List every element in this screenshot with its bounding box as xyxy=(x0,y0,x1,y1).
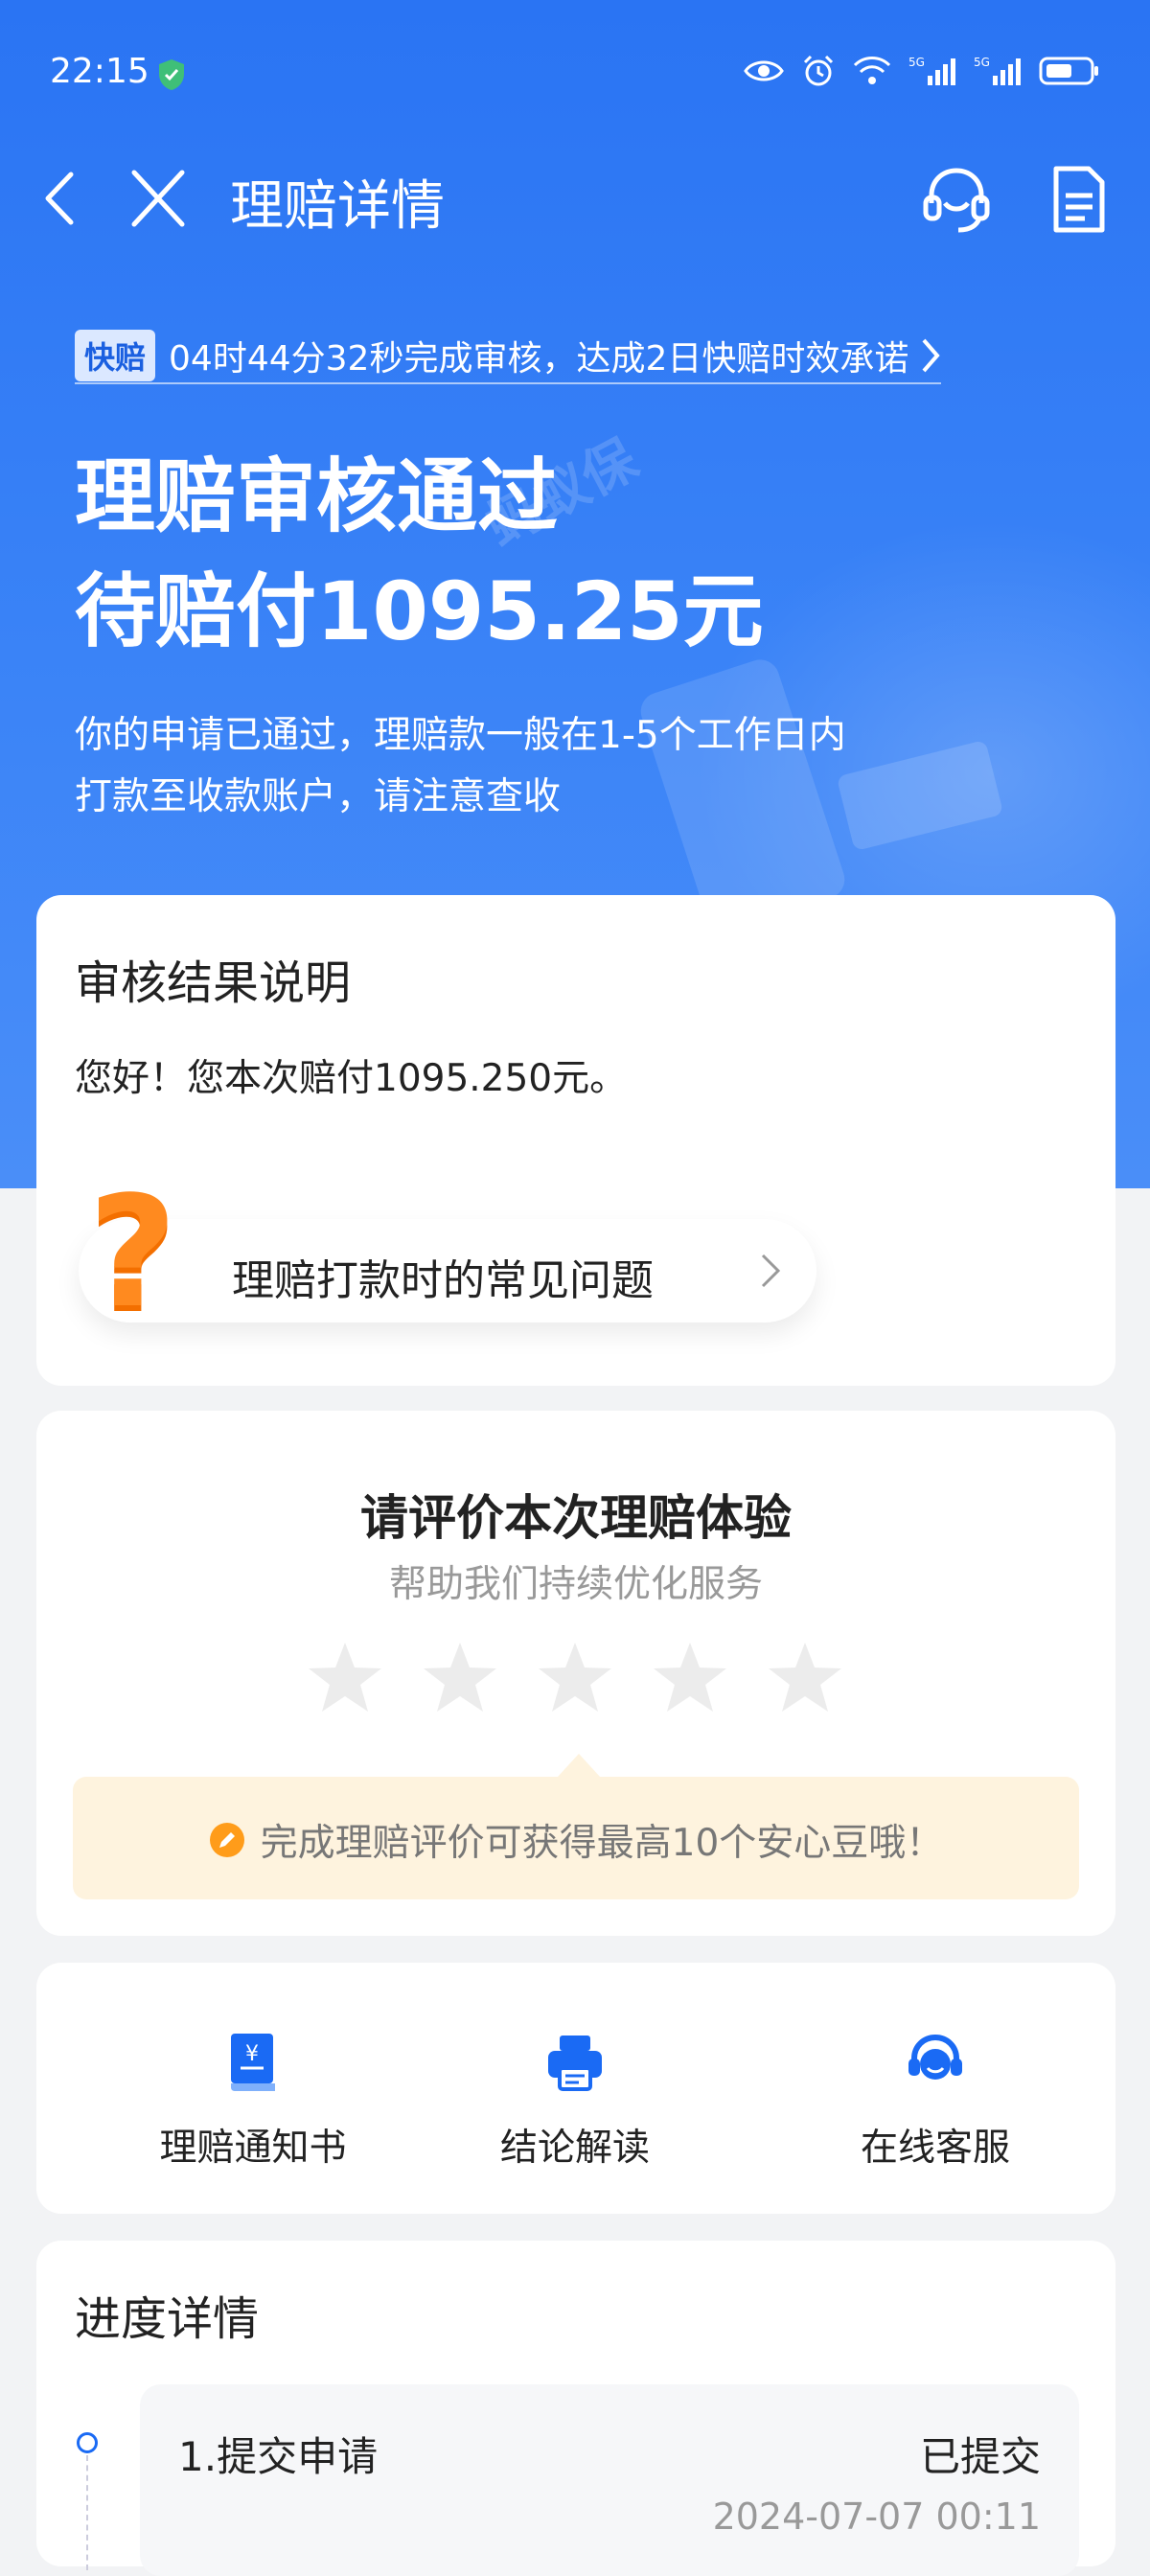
conclusion-interpretation-label: 结论解读 xyxy=(499,2127,650,2170)
notice-book-icon: ¥ xyxy=(231,2034,275,2091)
star-icon[interactable] xyxy=(422,1639,498,1715)
chevron-right-icon xyxy=(922,338,941,373)
document-icon[interactable] xyxy=(1050,163,1108,236)
eye-icon xyxy=(744,60,784,81)
printer-icon xyxy=(548,2036,602,2091)
svg-text:5G: 5G xyxy=(974,56,990,69)
online-support-label: 在线客服 xyxy=(860,2127,1010,2170)
wifi-icon xyxy=(853,57,891,84)
svg-text:5G: 5G xyxy=(908,56,925,69)
fast-claim-text: 04时44分32秒完成审核，达成2日快赔时效承诺 xyxy=(169,339,909,379)
rating-card: 请评价本次理赔体验 帮助我们持续优化服务 完成理赔评价可获得最高10个安心豆哦！ xyxy=(36,1411,1116,1936)
claim-status-description: 你的申请已通过，理赔款一般在1-5个工作日内打款至收款账户，请注意查收 xyxy=(75,714,846,818)
payout-faq-button[interactable]: ? 理赔打款时的常见问题 xyxy=(79,1176,816,1329)
payout-faq-label: 理赔打款时的常见问题 xyxy=(232,1256,654,1305)
conclusion-interpretation-button[interactable]: 结论解读 xyxy=(431,2032,719,2172)
battery-icon xyxy=(1039,57,1098,85)
rating-heading: 请评价本次理赔体验 xyxy=(360,1490,792,1546)
fast-claim-badge: 快赔 xyxy=(75,330,156,381)
customer-service-icon[interactable] xyxy=(922,163,991,236)
progress-step-time: 2024-07-07 00:11 xyxy=(712,2496,1041,2538)
signal-5g-icon: 5G xyxy=(908,56,955,85)
signal-5g-icon-2: 5G xyxy=(974,56,1021,85)
quick-actions-card: ¥ 理赔通知书 结论解读 在线客服 xyxy=(36,1963,1116,2214)
rating-subtitle: 帮助我们持续优化服务 xyxy=(388,1563,763,1606)
back-arrow-icon[interactable] xyxy=(36,165,84,232)
review-result-card: 审核结果说明 您好！您本次赔付1095.250元。 ? 理赔打款时的常见问题 xyxy=(36,895,1116,1386)
shield-icon xyxy=(159,59,184,90)
status-time: 22:15 xyxy=(50,52,150,91)
headset-icon xyxy=(908,2034,962,2080)
progress-timeline xyxy=(86,2455,88,2570)
pencil-icon xyxy=(209,1823,244,1857)
rating-reward-text: 完成理赔评价可获得最高10个安心豆哦！ xyxy=(260,1822,944,1865)
claim-notice-label: 理赔通知书 xyxy=(159,2127,347,2170)
progress-step-dot xyxy=(77,2432,98,2453)
claim-status-heading: 理赔审核通过 待赔付1095.25元 xyxy=(75,439,764,669)
progress-heading: 进度详情 xyxy=(75,2292,260,2346)
chevron-right-icon xyxy=(761,1254,781,1288)
star-icon[interactable] xyxy=(307,1639,383,1715)
status-icons: 5G 5G xyxy=(744,54,1100,88)
review-result-heading: 审核结果说明 xyxy=(75,956,352,1010)
star-icon[interactable] xyxy=(767,1639,843,1715)
progress-step-status: 已提交 xyxy=(919,2433,1041,2480)
star-icon[interactable] xyxy=(652,1639,728,1715)
rating-reward-tip: 完成理赔评价可获得最高10个安心豆哦！ xyxy=(73,1754,1079,1899)
fast-claim-promise-link[interactable]: 快赔 04时44分32秒完成审核，达成2日快赔时效承诺 xyxy=(75,329,942,384)
progress-step: 1.提交申请 已提交 2024-07-07 00:11 xyxy=(140,2384,1079,2576)
claim-payout-amount: 待赔付1095.25元 xyxy=(75,564,764,658)
alarm-icon xyxy=(803,55,834,86)
online-support-button[interactable]: 在线客服 xyxy=(792,2032,1079,2172)
page-title: 理赔详情 xyxy=(230,175,445,238)
review-result-body: 您好！您本次赔付1095.250元。 xyxy=(75,1057,628,1100)
progress-step-title: 1.提交申请 xyxy=(178,2433,379,2480)
top-navigation-bar: 理赔详情 xyxy=(0,144,1150,259)
star-rating xyxy=(307,1639,843,1715)
claim-notice-button[interactable]: ¥ 理赔通知书 xyxy=(109,2032,397,2172)
question-mark-icon: ? xyxy=(88,1162,177,1342)
svg-text:¥: ¥ xyxy=(245,2042,259,2066)
star-icon[interactable] xyxy=(537,1639,613,1715)
progress-card: 进度详情 1.提交申请 已提交 2024-07-07 00:11 xyxy=(36,2241,1116,2576)
status-bar: 22:15 5G 5G xyxy=(0,0,1150,144)
claim-status-title: 理赔审核通过 xyxy=(75,449,559,543)
close-icon[interactable] xyxy=(128,167,188,230)
